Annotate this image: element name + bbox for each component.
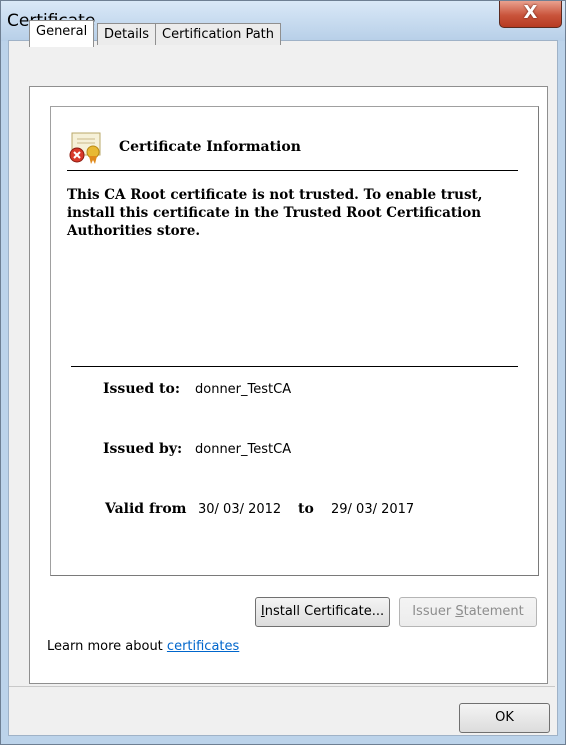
certificates-link[interactable]: certificates — [167, 639, 239, 654]
install-label: nstall Certificate... — [264, 604, 385, 619]
issued-by-label: Issued by: — [103, 441, 183, 457]
issued-to-label: Issued to: — [103, 381, 181, 397]
issued-by-value: donner_TestCA — [195, 442, 292, 457]
close-icon: X — [523, 2, 538, 23]
ok-button[interactable]: OK — [459, 703, 550, 733]
valid-to-label: to — [298, 501, 314, 517]
issued-to-value: donner_TestCA — [195, 382, 292, 397]
tab-general[interactable]: General — [29, 20, 95, 47]
valid-to-value: 29/ 03/ 2017 — [331, 502, 415, 517]
install-certificate-button[interactable]: Install Certificate... — [255, 597, 390, 627]
learn-more-label: Learn more about — [47, 639, 167, 654]
certificate-info-title: Certificate Information — [119, 139, 301, 155]
close-button[interactable]: X — [499, 1, 562, 28]
valid-from-label: Valid from — [105, 501, 187, 517]
issuer-label-rest: tatement — [463, 604, 524, 619]
issuer-accelerator: S — [455, 604, 464, 619]
issuer-statement-button[interactable]: Issuer Statement — [399, 597, 537, 627]
trust-warning-text: This CA Root certificate is not trusted.… — [67, 187, 483, 239]
learn-more-text: Learn more about certificates — [47, 639, 239, 654]
certificate-error-icon — [69, 132, 101, 164]
valid-from-value: 30/ 03/ 2012 — [198, 502, 282, 517]
footer-divider — [9, 686, 555, 687]
info-title-divider — [67, 170, 518, 171]
tab-details[interactable]: Details — [97, 23, 157, 45]
issuer-label-prefix: Issuer — [412, 604, 456, 619]
details-divider — [71, 366, 518, 367]
tab-certification-path[interactable]: Certification Path — [155, 23, 282, 45]
